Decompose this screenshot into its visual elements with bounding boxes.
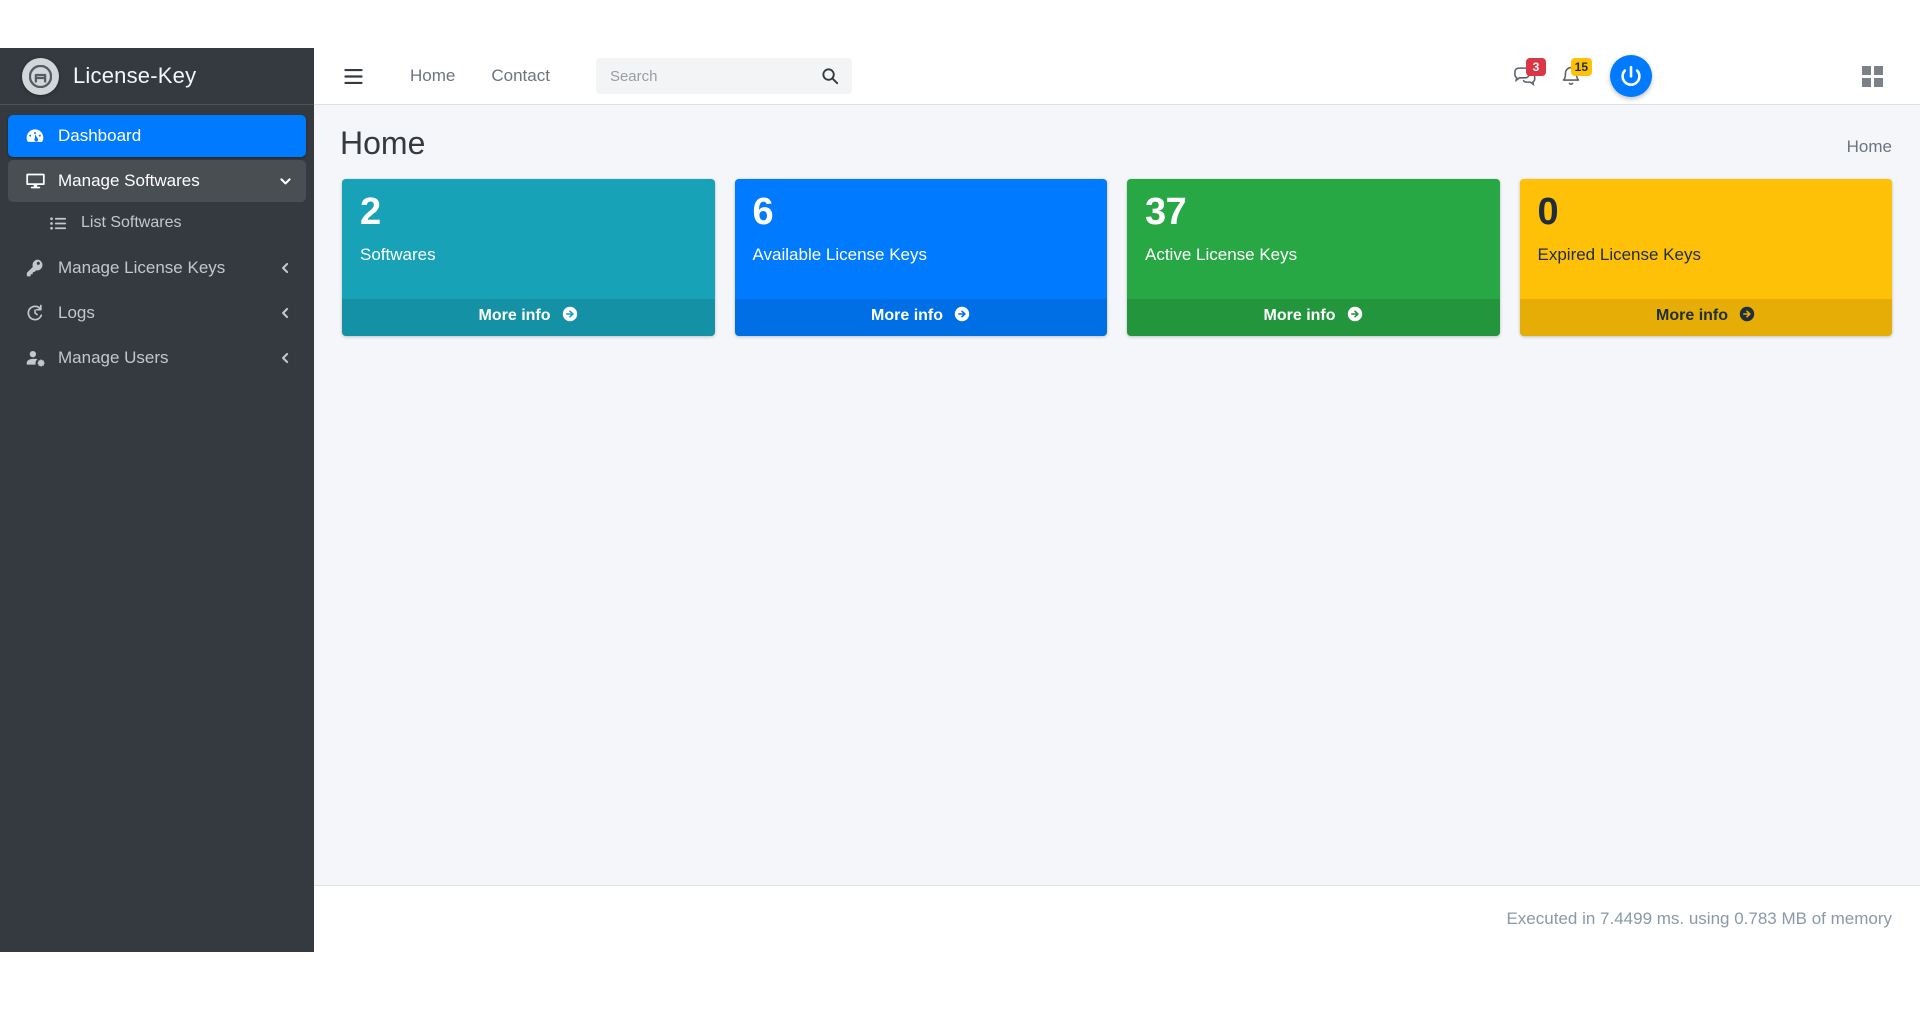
sidebar-item-label: Manage License Keys (58, 258, 225, 278)
navbar-right-group: 3 15 (1502, 54, 1892, 98)
sidebar-item-dashboard[interactable]: Dashboard (8, 115, 306, 157)
arrow-circle-right-icon (954, 309, 970, 326)
content-header: Home Home (314, 105, 1920, 169)
sidebar-item-label: Manage Users (58, 348, 169, 368)
small-box-inner: 37 Active License Keys (1127, 179, 1500, 299)
chevron-left-icon[interactable] (279, 307, 292, 320)
stat-value: 0 (1538, 193, 1875, 233)
brand-header[interactable]: License-Key (0, 48, 314, 105)
messages-button[interactable]: 3 (1502, 54, 1548, 98)
more-info-label: More info (1264, 307, 1336, 324)
power-icon[interactable] (1610, 55, 1652, 97)
arrow-circle-right-icon (1739, 309, 1755, 326)
stat-value: 37 (1145, 193, 1482, 233)
small-box: 6 Available License Keys More info (735, 179, 1108, 336)
user-cog-icon (22, 348, 48, 369)
brand-title: License-Key (73, 63, 196, 89)
content-wrapper: Home Home 2 Softwares More info (314, 105, 1920, 885)
top-navbar: Home Contact 3 (314, 48, 1920, 105)
desktop-icon (22, 171, 48, 192)
more-info-label: More info (479, 307, 551, 324)
more-info-label: More info (1656, 307, 1728, 324)
sidebar-link-manage-softwares[interactable]: Manage Softwares (8, 160, 306, 202)
page-footer: Executed in 7.4499 ms. using 0.783 MB of… (314, 885, 1920, 952)
navbar-link-home[interactable]: Home (392, 58, 473, 94)
sidebar-nav: Dashboard Manage Softwares (0, 105, 314, 379)
chevron-down-icon[interactable] (279, 175, 292, 188)
sidebar-item-manage-softwares[interactable]: Manage Softwares (8, 160, 306, 244)
stat-label: Softwares (360, 245, 697, 265)
small-box: 2 Softwares More info (342, 179, 715, 336)
app-logo-icon (22, 58, 59, 95)
footer-status-text: Executed in 7.4499 ms. using 0.783 MB of… (1506, 909, 1892, 929)
sidebar-link-dashboard[interactable]: Dashboard (8, 115, 306, 157)
notifications-badge: 15 (1571, 58, 1592, 76)
sidebar-submenu-manage-softwares: List Softwares (8, 202, 306, 244)
sidebar-item-logs[interactable]: Logs (8, 292, 306, 334)
navbar-left-group: Home Contact (336, 58, 852, 94)
more-info-link[interactable]: More info (1520, 299, 1893, 336)
sidebar-item-manage-users[interactable]: Manage Users (8, 337, 306, 379)
notifications-button[interactable]: 15 (1548, 54, 1594, 98)
stat-card-available-license-keys: 6 Available License Keys More info (725, 179, 1118, 336)
messages-badge: 3 (1526, 58, 1546, 76)
navbar-link-contact[interactable]: Contact (473, 58, 568, 94)
stat-card-softwares: 2 Softwares More info (332, 179, 725, 336)
navbar-search (596, 58, 852, 94)
grid-apps-icon[interactable] (1852, 56, 1892, 96)
stat-card-expired-license-keys: 0 Expired License Keys More info (1510, 179, 1903, 336)
sidebar-item-manage-license-keys[interactable]: Manage License Keys (8, 247, 306, 289)
small-box-inner: 2 Softwares (342, 179, 715, 299)
stat-label: Expired License Keys (1538, 245, 1875, 265)
sidebar-item-label: List Softwares (81, 214, 181, 232)
small-box-inner: 6 Available License Keys (735, 179, 1108, 299)
more-info-label: More info (871, 307, 943, 324)
breadcrumb: Home (1847, 123, 1892, 157)
breadcrumb-item-home[interactable]: Home (1847, 137, 1892, 156)
sidebar-item-label: Logs (58, 303, 95, 323)
sidebar-item-list-softwares[interactable]: List Softwares (8, 202, 306, 244)
page-title: Home (340, 123, 425, 163)
sidebar-item-label: Dashboard (58, 126, 141, 146)
stat-label: Active License Keys (1145, 245, 1482, 265)
stat-card-active-license-keys: 37 Active License Keys More info (1117, 179, 1510, 336)
more-info-link[interactable]: More info (342, 299, 715, 336)
stat-cards-row: 2 Softwares More info (314, 169, 1920, 336)
more-info-link[interactable]: More info (1127, 299, 1500, 336)
arrow-circle-right-icon (1347, 309, 1363, 326)
tachometer-icon (22, 126, 48, 146)
small-box: 0 Expired License Keys More info (1520, 179, 1893, 336)
app-root: License-Key Dashboard (0, 0, 1920, 1014)
history-icon (22, 303, 48, 323)
sidebar-link-manage-users[interactable]: Manage Users (8, 337, 306, 379)
arrow-circle-right-icon (562, 309, 578, 326)
small-box: 37 Active License Keys More info (1127, 179, 1500, 336)
sidebar: License-Key Dashboard (0, 48, 314, 952)
sidebar-link-logs[interactable]: Logs (8, 292, 306, 334)
key-icon (22, 258, 48, 278)
stat-value: 2 (360, 193, 697, 233)
chevron-left-icon[interactable] (279, 262, 292, 275)
search-icon[interactable] (814, 58, 846, 94)
stat-label: Available License Keys (753, 245, 1090, 265)
more-info-link[interactable]: More info (735, 299, 1108, 336)
small-box-inner: 0 Expired License Keys (1520, 179, 1893, 299)
sidebar-item-label: Manage Softwares (58, 171, 200, 191)
stat-value: 6 (753, 193, 1090, 233)
sidebar-link-manage-license-keys[interactable]: Manage License Keys (8, 247, 306, 289)
list-ul-icon (46, 214, 70, 233)
chevron-left-icon[interactable] (279, 352, 292, 365)
hamburger-icon[interactable] (336, 59, 370, 93)
